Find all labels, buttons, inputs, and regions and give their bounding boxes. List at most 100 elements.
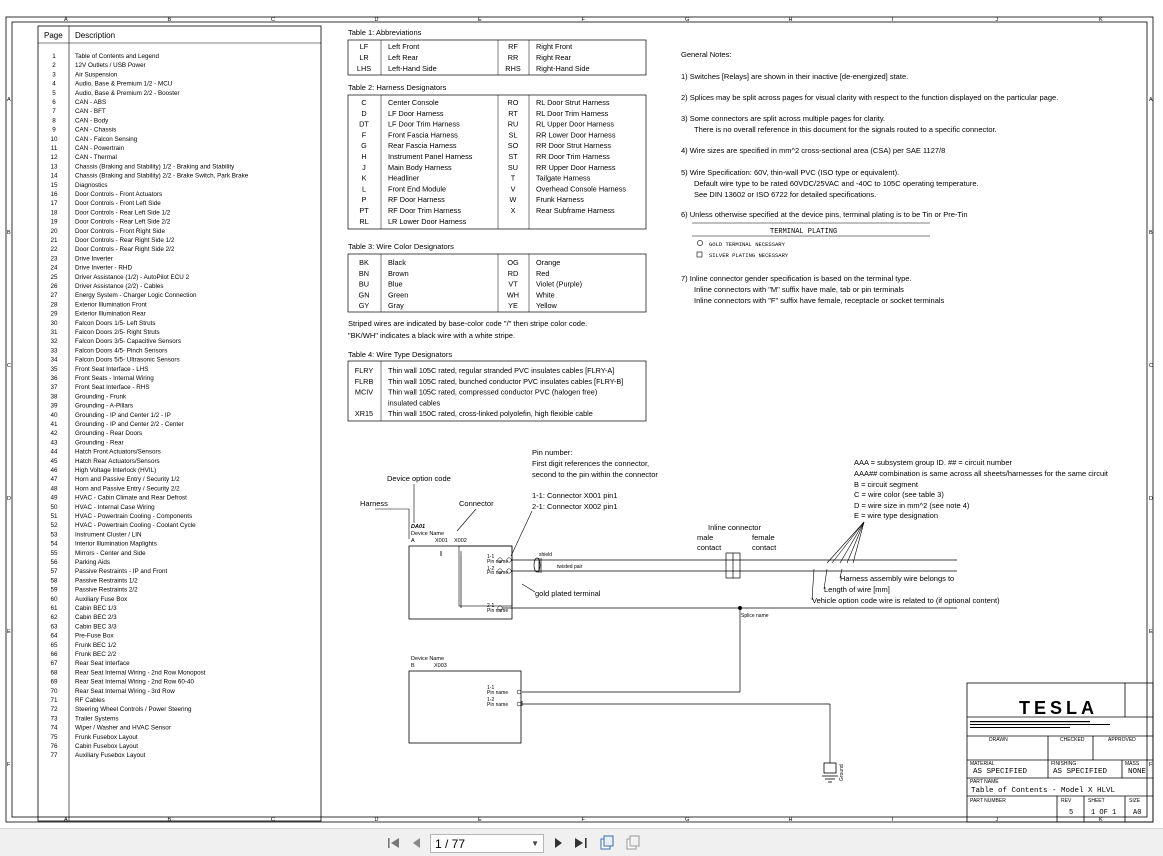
ruler-col-bottom-C: C [271, 817, 275, 823]
device-a-id: A [411, 538, 415, 544]
table2-code: DT [359, 120, 369, 129]
page-number-select[interactable]: 1 / 77 ▼ [430, 834, 544, 853]
table2-title: Table 2: Harness Designators [348, 83, 447, 92]
table3-meaning: Violet (Purple) [536, 280, 582, 289]
ruler-col-G: G [685, 17, 689, 23]
toc-page-number: 11 [51, 145, 58, 152]
next-page-icon[interactable] [550, 834, 568, 852]
toc-page-number: 29 [50, 311, 58, 318]
legend-pin-example2: 2-1: Connector X002 pin1 [532, 502, 617, 511]
toc-entry: Grounding - IP and Center 1/2 - IP [75, 412, 171, 419]
toc-entry: Passive Restraints 2/2 [75, 587, 138, 594]
toc-entry: HVAC - Cabin Climate and Rear Defrost [75, 495, 187, 502]
table1-rows: LF Left Front LR Left Rear LHS Left-Hand Side… [357, 42, 590, 73]
table1-code: LR [359, 53, 368, 62]
toc-entry: Auxiliary Fusebox Layout [75, 752, 146, 759]
toc-page-number: 72 [50, 706, 58, 713]
table1-code: RHS [505, 64, 521, 73]
shield-label: shield [539, 552, 552, 558]
toc-entry: Front Seat Interface - RHS [75, 384, 150, 391]
toc-entry: HVAC - Powertrain Cooling - Coolant Cycl… [75, 522, 196, 529]
table3-meaning: Yellow [536, 301, 558, 310]
table1-code: RF [508, 42, 518, 51]
legend-male: male [697, 533, 713, 542]
legend-vehicle: Vehicle option code wire is related to (… [812, 596, 1000, 605]
ruler-col-E: E [478, 17, 482, 23]
legend-connector: Connector [459, 499, 494, 508]
legend-device-option: Device option code [387, 474, 451, 483]
previous-page-icon[interactable] [407, 834, 425, 852]
chevron-down-icon: ▼ [531, 839, 539, 848]
toc-entry: Auxiliary Fuse Box [75, 596, 128, 603]
device-a-name-label: Device Name [411, 531, 444, 537]
ruler-col-B: B [168, 17, 172, 23]
table2-code: C [361, 98, 366, 107]
toc-entry: Air Suspension [75, 71, 118, 78]
table2-meaning: RL Door Trim Harness [536, 109, 609, 118]
toc-entry: Steering Wheel Controls / Power Steering [75, 706, 192, 713]
pin-name-3: Pin name [487, 608, 508, 614]
last-page-icon[interactable] [572, 834, 590, 852]
toc-page-number: 63 [50, 623, 58, 630]
table2-code: SO [508, 141, 519, 150]
toc-entry: Falcon Doors 1/5- Left Struts [75, 320, 156, 327]
table1-meaning: Right Rear [536, 53, 571, 62]
note-3b: There is no overall reference in this do… [694, 125, 997, 134]
toc-page-number: 53 [50, 531, 58, 538]
toc-entry: Grounding - Rear [75, 439, 124, 446]
toc-page-number: 9 [52, 127, 56, 134]
table4-meaning: Thin wall 105C rated, bunched conductor … [388, 377, 623, 386]
table2-code: G [361, 141, 367, 150]
toc-entry: Cabin Fusebox Layout [75, 743, 138, 750]
table1-meaning: Left-Hand Side [388, 64, 437, 73]
toc-entry: Falcon Doors 4/5- Pinch Sensors [75, 347, 167, 354]
ruler-row-B: B [7, 230, 11, 236]
single-page-view-icon[interactable] [598, 834, 616, 852]
table1-code: RR [508, 53, 519, 62]
toc-entry: Rear Seat Internal Wiring - 3rd Row [75, 688, 175, 695]
toc-page-number: 74 [50, 725, 58, 732]
toc-entry: Drive Inverter - RHD [75, 265, 132, 272]
table2-code: SU [508, 163, 518, 172]
toc-entry: Front Seat Interface - LHS [75, 366, 149, 373]
toc-entry: Frunk BEC 2/2 [75, 651, 117, 658]
table2-meaning: Front End Module [388, 184, 446, 193]
table3-code: GY [359, 301, 370, 310]
material-label: MATERIAL [970, 761, 995, 767]
viewer-toolbar: 1 / 77 ▼ [0, 828, 1163, 856]
table2-code: V [511, 184, 516, 193]
toc-page-number: 64 [50, 633, 58, 640]
table2-meaning: Center Console [388, 98, 439, 107]
toc-entry: Mirrors - Center and Side [75, 550, 146, 557]
toc-page-number: 1 [52, 53, 56, 60]
two-page-view-icon[interactable] [624, 834, 642, 852]
table2-code: T [511, 174, 516, 183]
table2-meaning: Frunk Harness [536, 195, 584, 204]
toc-page-number: 59 [50, 587, 58, 594]
toc-page-number: 19 [50, 219, 58, 226]
toc-page-number: 32 [50, 338, 58, 345]
device-b-name-label: Device Name [411, 656, 444, 662]
table2-meaning: LF Door Harness [388, 109, 444, 118]
table1-code: LHS [357, 64, 371, 73]
toc-page-number: 56 [50, 559, 58, 566]
table2-meaning: LF Door Trim Harness [388, 120, 460, 129]
toc-entry: HVAC - Internal Case Wiring [75, 504, 155, 511]
toc-page-number: 34 [50, 357, 58, 364]
table2-meaning: RF Door Harness [388, 195, 445, 204]
table3-code: YE [508, 301, 518, 310]
table2-meaning: Rear Fascia Harness [388, 141, 457, 150]
checked-label: CHECKED [1060, 737, 1085, 743]
toc-entry: Exterior Illumination Rear [75, 311, 146, 318]
table3-note2: "BK/WH" indicates a black wire with a wh… [348, 331, 515, 340]
ruler-row-C: C [7, 363, 11, 369]
table2-code: RU [508, 120, 519, 129]
first-page-icon[interactable] [385, 834, 403, 852]
general-notes: General Notes: 1) Switches [Relays] are … [681, 50, 1058, 305]
toc-page-number: 36 [50, 375, 58, 382]
ruler-row-E: E [7, 629, 11, 635]
toc-entry: Trailer Systems [75, 715, 119, 722]
legend-labels: Pin number: First digit references the c… [360, 448, 1109, 605]
toc-page-number: 21 [50, 237, 58, 244]
ruler-col-D: D [375, 17, 379, 23]
